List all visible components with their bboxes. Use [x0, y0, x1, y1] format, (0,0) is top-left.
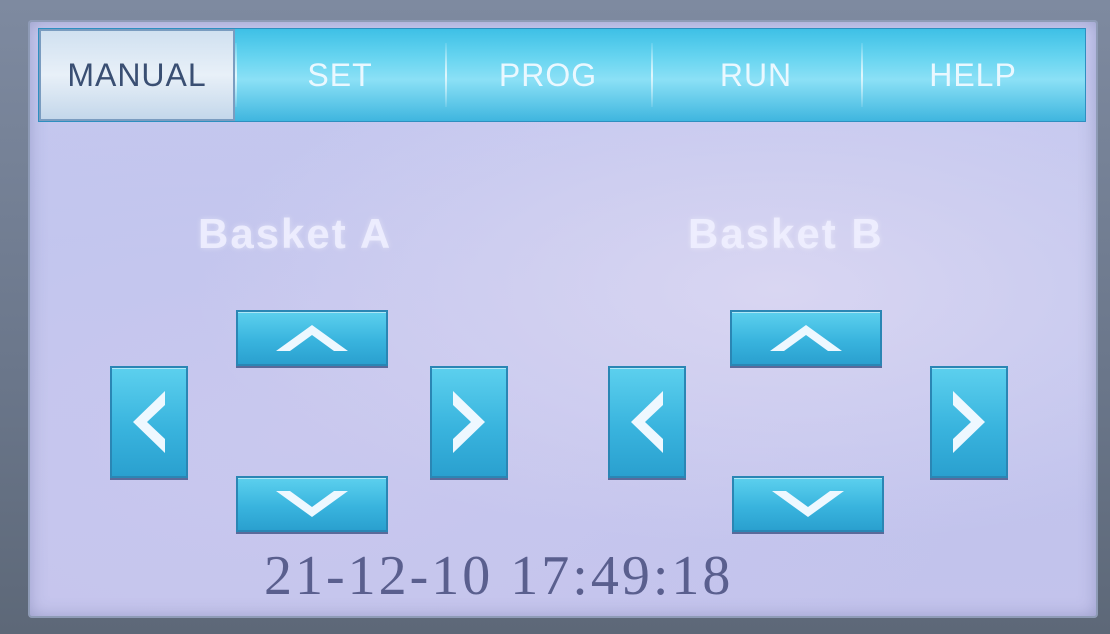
basket-b-label: Basket B [688, 210, 884, 257]
basket-b-up-button[interactable] [730, 310, 882, 366]
chevron-up-icon [276, 325, 348, 351]
tab-prog[interactable]: PROG [445, 29, 651, 121]
basket-b-down-button[interactable] [732, 476, 884, 532]
basket-b-right-button[interactable] [930, 366, 1008, 478]
datetime-display: 21-12-10 17:49:18 [264, 545, 734, 607]
tab-set[interactable]: SET [235, 29, 445, 121]
touch-screen: MANUAL SET PROG RUN HELP Basket A Basket… [28, 20, 1098, 618]
tab-manual[interactable]: MANUAL [39, 29, 235, 121]
tab-label: PROG [498, 56, 598, 93]
chevron-right-icon [953, 391, 985, 453]
basket-a-up-button[interactable] [236, 310, 388, 366]
tab-label: RUN [719, 56, 793, 93]
basket-a-left-button[interactable] [110, 366, 188, 478]
chevron-left-icon [631, 391, 663, 453]
basket-a-label: Basket A [198, 210, 393, 257]
chevron-down-icon [772, 491, 844, 517]
chevron-up-icon [770, 325, 842, 351]
tab-label: HELP [929, 56, 1017, 93]
chevron-right-icon [453, 391, 485, 453]
basket-b-left-button[interactable] [608, 366, 686, 478]
tab-run[interactable]: RUN [651, 29, 861, 121]
basket-a-down-button[interactable] [236, 476, 388, 532]
chevron-down-icon [276, 491, 348, 517]
basket-a-right-button[interactable] [430, 366, 508, 478]
chevron-left-icon [133, 391, 165, 453]
tab-label: SET [307, 56, 373, 93]
menu-bar: MANUAL SET PROG RUN HELP [38, 28, 1086, 122]
tab-help[interactable]: HELP [861, 29, 1085, 121]
tab-label: MANUAL [67, 56, 207, 93]
